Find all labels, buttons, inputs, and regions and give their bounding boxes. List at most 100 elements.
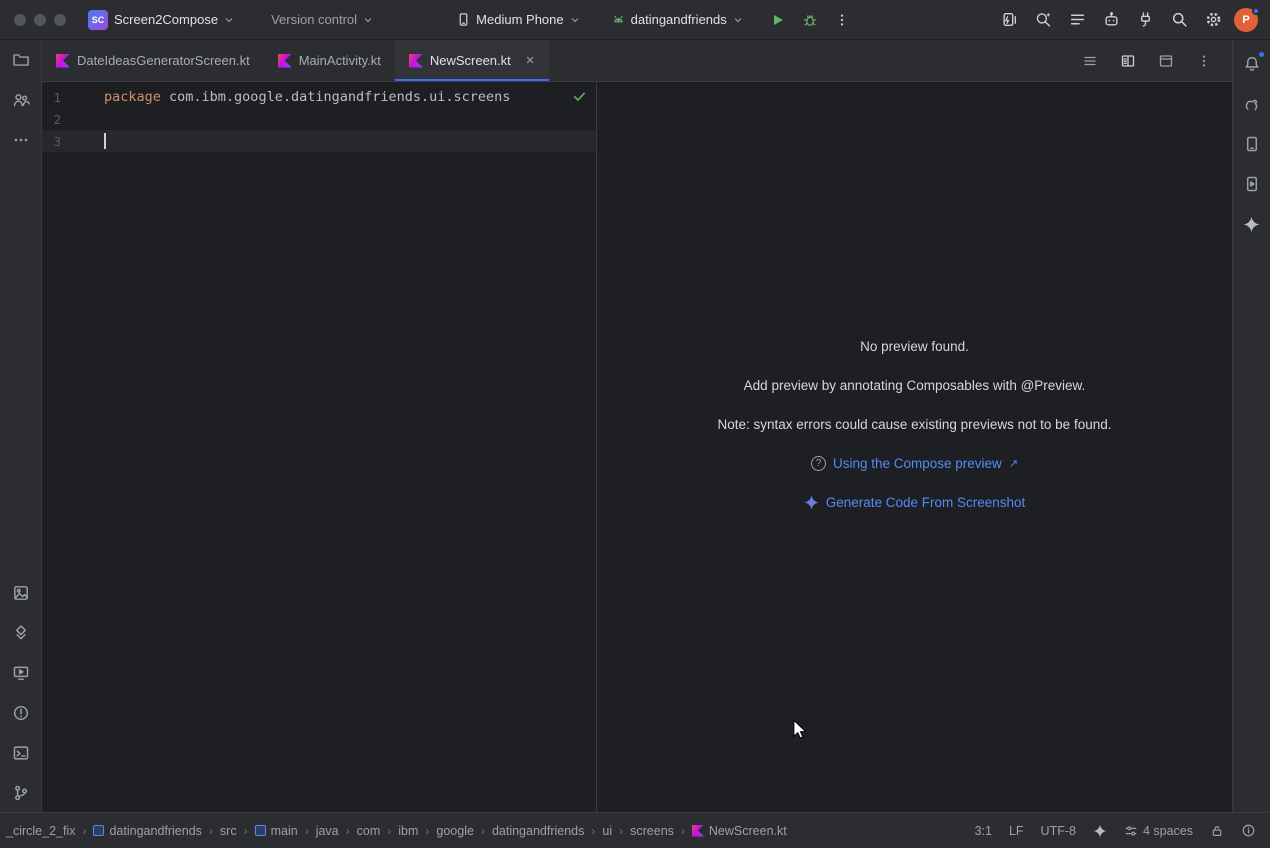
device-selector[interactable]: Medium Phone [450, 8, 586, 31]
kotlin-file-icon [56, 54, 70, 68]
cursor-position-widget[interactable]: 3:1 [975, 824, 992, 838]
breadcrumb-item[interactable]: datingandfriends [490, 822, 586, 840]
add-preview-message: Add preview by annotating Composables wi… [744, 378, 1086, 393]
breadcrumb-item[interactable]: com [355, 822, 383, 840]
more-actions-button[interactable] [828, 6, 856, 34]
chevron-down-icon [362, 14, 374, 26]
breadcrumb-item[interactable]: google [434, 822, 476, 840]
window-controls [14, 14, 66, 26]
tab-newscreen[interactable]: NewScreen.kt × [395, 40, 549, 81]
notification-badge [1258, 51, 1265, 58]
breadcrumb-item[interactable]: _circle_2_fix [4, 822, 77, 840]
kotlin-file-icon [278, 54, 292, 68]
breadcrumb-item[interactable]: src [218, 822, 239, 840]
preview-mode-controls [1076, 40, 1232, 81]
problems-button[interactable] [7, 699, 35, 727]
minimize-window-button[interactable] [34, 14, 46, 26]
code-text [102, 133, 106, 149]
gemini-star-icon [804, 495, 819, 510]
project-logo: SC [88, 10, 108, 30]
split-view-button[interactable] [1114, 47, 1142, 75]
breadcrumb-item[interactable]: java [314, 822, 341, 840]
device-streaming-button[interactable] [1238, 170, 1266, 198]
breadcrumb-item[interactable]: ui [600, 822, 614, 840]
notifications-button[interactable] [1238, 50, 1266, 78]
chevron-down-icon [732, 14, 744, 26]
more-tool-windows-button[interactable] [7, 126, 35, 154]
tab-mainactivity[interactable]: MainActivity.kt [264, 40, 395, 81]
resource-manager-button[interactable] [7, 579, 35, 607]
ai-search-button[interactable] [1030, 6, 1058, 34]
gemini-tool-button[interactable] [1238, 210, 1266, 238]
running-devices-button[interactable] [7, 659, 35, 687]
user-avatar[interactable]: P [1234, 8, 1258, 32]
project-tool-button[interactable] [7, 46, 35, 74]
editor-more-options-button[interactable] [1190, 47, 1218, 75]
info-icon[interactable] [1241, 823, 1256, 838]
project-name: Screen2Compose [114, 12, 218, 27]
terminal-button[interactable] [7, 739, 35, 767]
build-variants-button[interactable] [7, 619, 35, 647]
run-configuration-selector[interactable]: datingandfriends [605, 8, 750, 31]
text-caret [104, 133, 106, 149]
studio-bot-button[interactable] [1098, 6, 1126, 34]
breadcrumb-item[interactable]: main [253, 822, 300, 840]
ide-window: SC Screen2Compose Version control Medium… [0, 0, 1270, 848]
device-manager-button[interactable] [1238, 130, 1266, 158]
design-view-button[interactable] [1152, 47, 1180, 75]
line-number: 1 [42, 90, 102, 105]
users-tool-button[interactable] [7, 86, 35, 114]
editor-config-icon [1124, 824, 1138, 838]
editor-tab-bar: DateIdeasGeneratorScreen.kt MainActivity… [42, 40, 1232, 82]
breadcrumb-item-file[interactable]: NewScreen.kt [690, 822, 789, 840]
status-bar: _circle_2_fix › datingandfriends › src ›… [0, 812, 1270, 848]
code-editor[interactable]: 1 package com.ibm.google.datingandfriend… [42, 82, 596, 812]
breadcrumb-item[interactable]: ibm [396, 822, 420, 840]
close-window-button[interactable] [14, 14, 26, 26]
compose-preview-help-link[interactable]: ? Using the Compose preview ↗ [811, 456, 1018, 471]
status-bar-widgets: 3:1 LF UTF-8 4 spaces [975, 823, 1270, 838]
encoding-widget[interactable]: UTF-8 [1041, 824, 1076, 838]
inspection-ok-icon[interactable] [572, 89, 587, 104]
line-number: 2 [42, 112, 102, 127]
tool-windows-list-button[interactable] [1064, 6, 1092, 34]
note-message: Note: syntax errors could cause existing… [718, 417, 1112, 432]
debug-button[interactable] [796, 6, 824, 34]
plugin-button[interactable] [1132, 6, 1160, 34]
run-button[interactable] [764, 6, 792, 34]
layout-validation-button[interactable] [996, 6, 1024, 34]
generate-code-from-screenshot-link[interactable]: Generate Code From Screenshot [804, 495, 1026, 510]
project-name-widget[interactable]: Screen2Compose [108, 8, 241, 31]
breadcrumb: _circle_2_fix › datingandfriends › src ›… [0, 822, 975, 840]
code-text: package com.ibm.google.datingandfriends.… [102, 89, 510, 105]
zoom-window-button[interactable] [54, 14, 66, 26]
code-view-button[interactable] [1076, 47, 1104, 75]
tab-dateideasgeneratorscreen[interactable]: DateIdeasGeneratorScreen.kt [42, 40, 264, 81]
module-icon [93, 825, 104, 836]
kotlin-file-icon [409, 54, 423, 68]
notification-dot [1252, 7, 1260, 15]
breadcrumb-item[interactable]: datingandfriends [91, 822, 203, 840]
line-number: 3 [42, 134, 102, 149]
source-root-icon [255, 825, 266, 836]
version-control-label: Version control [271, 12, 357, 27]
git-button[interactable] [7, 779, 35, 807]
version-control-widget[interactable]: Version control [265, 8, 380, 31]
settings-button[interactable] [1200, 6, 1228, 34]
android-app-icon [611, 12, 626, 27]
run-toolbar: Medium Phone datingandfriends [450, 6, 856, 34]
left-tool-window-bar [0, 40, 42, 812]
no-preview-message: No preview found. [860, 339, 969, 354]
readonly-lock-icon[interactable] [1210, 824, 1224, 838]
indent-widget[interactable]: 4 spaces [1124, 824, 1193, 838]
gradle-button[interactable] [1238, 90, 1266, 118]
gemini-status-icon[interactable] [1093, 824, 1107, 838]
chevron-down-icon [569, 14, 581, 26]
code-line-1: 1 package com.ibm.google.datingandfriend… [42, 86, 596, 108]
breadcrumb-item[interactable]: screens [628, 822, 676, 840]
phone-device-icon [456, 12, 471, 27]
chevron-down-icon [223, 14, 235, 26]
search-everywhere-button[interactable] [1166, 6, 1194, 34]
line-separator-widget[interactable]: LF [1009, 824, 1024, 838]
close-tab-icon[interactable]: × [526, 53, 535, 68]
